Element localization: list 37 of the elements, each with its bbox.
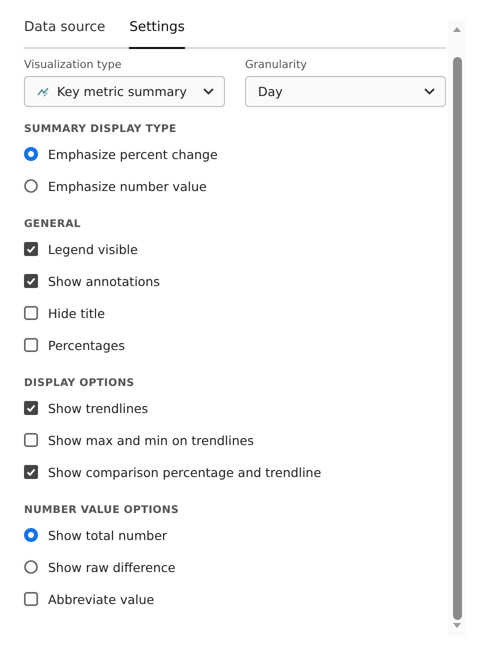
section-heading: NUMBER VALUE OPTIONS — [24, 504, 179, 516]
checkbox[interactable] — [24, 433, 38, 447]
field-label: Granularity — [245, 58, 308, 71]
section-heading: GENERAL — [24, 218, 81, 230]
option-label: Emphasize percent change — [48, 146, 218, 162]
chevron-icon — [203, 88, 214, 95]
dropdown[interactable]: Key metric summary — [24, 76, 225, 107]
option-label: Abbreviate value — [48, 592, 154, 606]
chevron-icon — [424, 88, 435, 95]
option-label: Show total number — [48, 528, 168, 542]
option-label: Legend visible — [48, 242, 138, 256]
option-label: Show comparison percentage and trendline — [48, 464, 322, 480]
option-label: Show max and min on trendlines — [48, 432, 254, 448]
radio-button[interactable] — [24, 147, 38, 161]
checkbox[interactable] — [24, 274, 38, 288]
option-label: Show annotations — [48, 274, 160, 288]
option-label: Emphasize number value — [48, 178, 207, 194]
radio-button[interactable] — [24, 528, 38, 542]
section-heading: SUMMARY DISPLAY TYPE — [24, 123, 176, 135]
checkbox[interactable] — [24, 306, 38, 320]
option-label: Hide title — [48, 306, 105, 320]
radio-button[interactable] — [24, 179, 38, 193]
radio-button[interactable] — [24, 560, 38, 574]
checkbox[interactable] — [24, 338, 38, 352]
trend-icon — [37, 86, 49, 96]
checkbox[interactable] — [24, 465, 38, 479]
checkbox[interactable] — [24, 401, 38, 415]
checkbox[interactable] — [24, 242, 38, 256]
section-heading: DISPLAY OPTIONS — [24, 377, 134, 389]
tab[interactable]: Settings — [129, 16, 185, 49]
field-label: Visualization type — [24, 58, 123, 71]
checkbox[interactable] — [24, 592, 38, 606]
dropdown[interactable]: Day — [245, 76, 446, 107]
option-label: Show raw difference — [48, 560, 176, 574]
option-label: Percentages — [48, 338, 125, 352]
tab[interactable]: Data source — [24, 16, 106, 49]
option-label: Show trendlines — [48, 400, 148, 416]
